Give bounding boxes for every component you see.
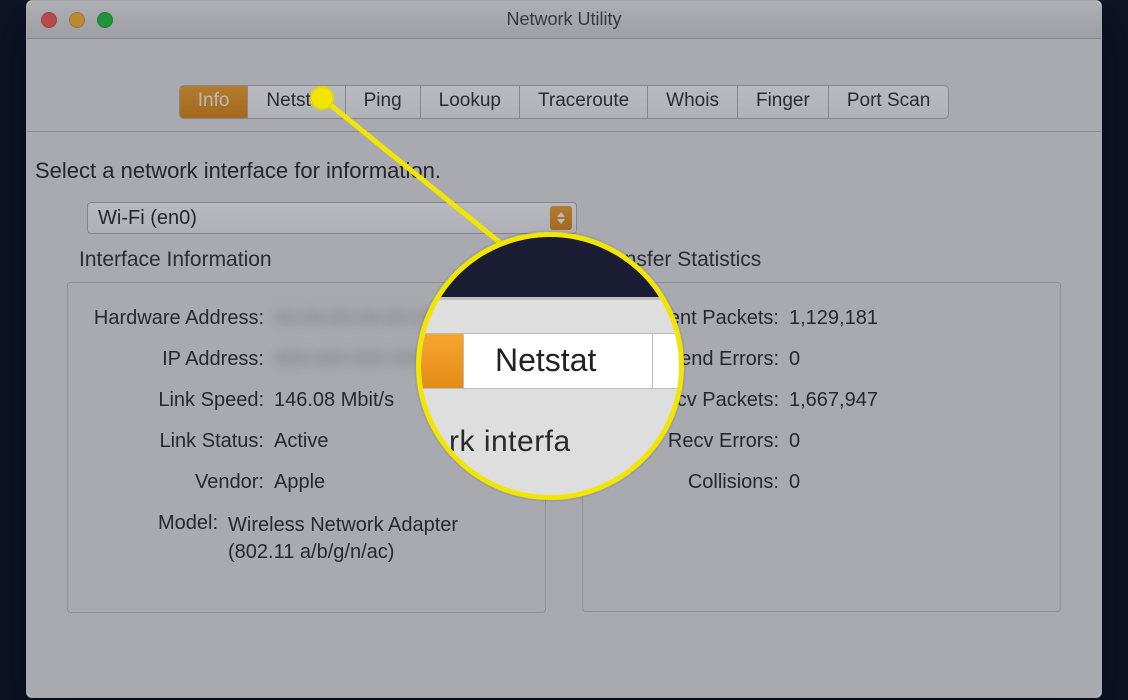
link-speed-value: 146.08 Mbit/s <box>274 389 394 412</box>
vendor-label: Vendor: <box>88 471 274 494</box>
model-value: Wireless Network Adapter (802.11 a/b/g/n… <box>228 512 525 566</box>
callout-dot-icon <box>310 86 334 110</box>
hw-address-value: 00:00:00:00:00:00 <box>274 307 435 330</box>
link-speed-label: Link Speed: <box>88 389 274 412</box>
model-label: Model: <box>88 512 228 566</box>
titlebar: Network Utility <box>27 1 1101 39</box>
callout-subtext: rk interfa <box>449 425 571 459</box>
tab-info[interactable]: Info <box>179 85 248 119</box>
ip-address-value: 000.000.000.000 <box>274 348 424 371</box>
link-status-value: Active <box>274 430 328 453</box>
tabbar-wrap: Info Netstat Ping Lookup Traceroute Whoi… <box>27 39 1101 132</box>
traffic-lights <box>41 12 113 28</box>
tab-lookup[interactable]: Lookup <box>420 85 519 119</box>
sent-packets-value: 1,129,181 <box>789 307 878 330</box>
tabbar: Info Netstat Ping Lookup Traceroute Whoi… <box>140 85 988 119</box>
callout-tab-label: Netstat <box>495 342 596 379</box>
link-status-label: Link Status: <box>88 430 274 453</box>
collisions-value: 0 <box>789 471 800 494</box>
interface-select[interactable]: Wi-Fi (en0) <box>87 202 577 234</box>
callout-magnifier: Netstat rk interfa <box>416 232 684 500</box>
window-title: Network Utility <box>506 9 621 30</box>
tab-portscan[interactable]: Port Scan <box>828 85 949 119</box>
vendor-value: Apple <box>274 471 325 494</box>
recv-packets-value: 1,667,947 <box>789 389 878 412</box>
send-errors-value: 0 <box>789 348 800 371</box>
tab-finger[interactable]: Finger <box>737 85 828 119</box>
minimize-icon[interactable] <box>69 12 85 28</box>
hw-address-label: Hardware Address: <box>88 307 274 330</box>
stepper-arrows-icon <box>550 206 572 230</box>
tab-ping[interactable]: Ping <box>345 85 420 119</box>
interface-select-value: Wi-Fi (en0) <box>98 207 197 230</box>
close-icon[interactable] <box>41 12 57 28</box>
tab-whois[interactable]: Whois <box>647 85 737 119</box>
tab-traceroute[interactable]: Traceroute <box>519 85 647 119</box>
zoom-icon[interactable] <box>97 12 113 28</box>
prompt-text: Select a network interface for informati… <box>35 158 1061 202</box>
ip-address-label: IP Address: <box>88 348 274 371</box>
recv-errors-value: 0 <box>789 430 800 453</box>
